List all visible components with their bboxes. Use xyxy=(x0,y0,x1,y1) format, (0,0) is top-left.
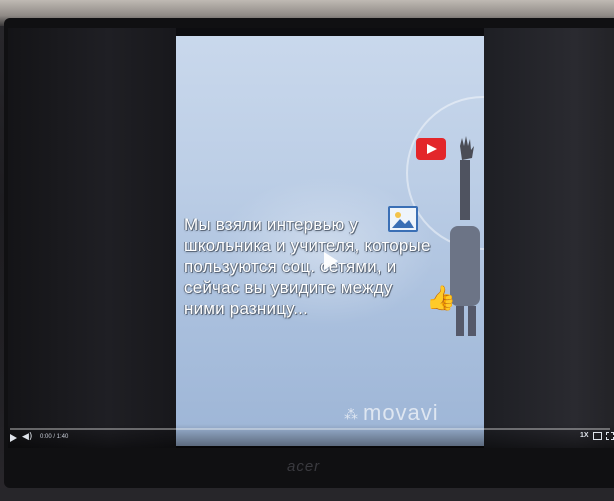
monitor-brand-logo: acer xyxy=(287,458,321,475)
caption-line: ними разницу... xyxy=(184,299,308,318)
fullscreen-icon[interactable] xyxy=(606,432,614,440)
progress-bar[interactable] xyxy=(10,428,610,430)
blurred-background-left xyxy=(8,28,176,448)
desk xyxy=(0,488,614,501)
volume-icon[interactable]: ◀) xyxy=(22,432,32,442)
time-display: 0:00 / 1:40 xyxy=(40,434,69,440)
watermark-text: movavi xyxy=(363,400,439,425)
youtube-logo-icon xyxy=(416,138,446,160)
movavi-watermark: ⁂ movavi xyxy=(344,400,439,426)
video-frame[interactable]: 👍 Мы взяли интервью у школьника и учител… xyxy=(176,36,484,446)
blurred-background-right xyxy=(484,28,614,448)
caption-line: Мы взяли интервью у xyxy=(184,215,359,234)
monitor-screen: 👍 Мы взяли интервью у школьника и учител… xyxy=(8,28,614,448)
speed-button[interactable]: 1X xyxy=(580,432,589,439)
photo-background: 👍 Мы взяли интервью у школьника и учител… xyxy=(0,0,614,501)
picture-in-picture-icon[interactable] xyxy=(593,432,602,440)
caption-line: сейчас вы увидите между xyxy=(184,278,393,297)
movavi-logo-icon: ⁂ xyxy=(344,405,359,422)
player-controls: ◀) 0:00 / 1:40 1X xyxy=(8,424,614,448)
play-button[interactable] xyxy=(10,434,17,442)
play-icon[interactable] xyxy=(324,252,338,270)
